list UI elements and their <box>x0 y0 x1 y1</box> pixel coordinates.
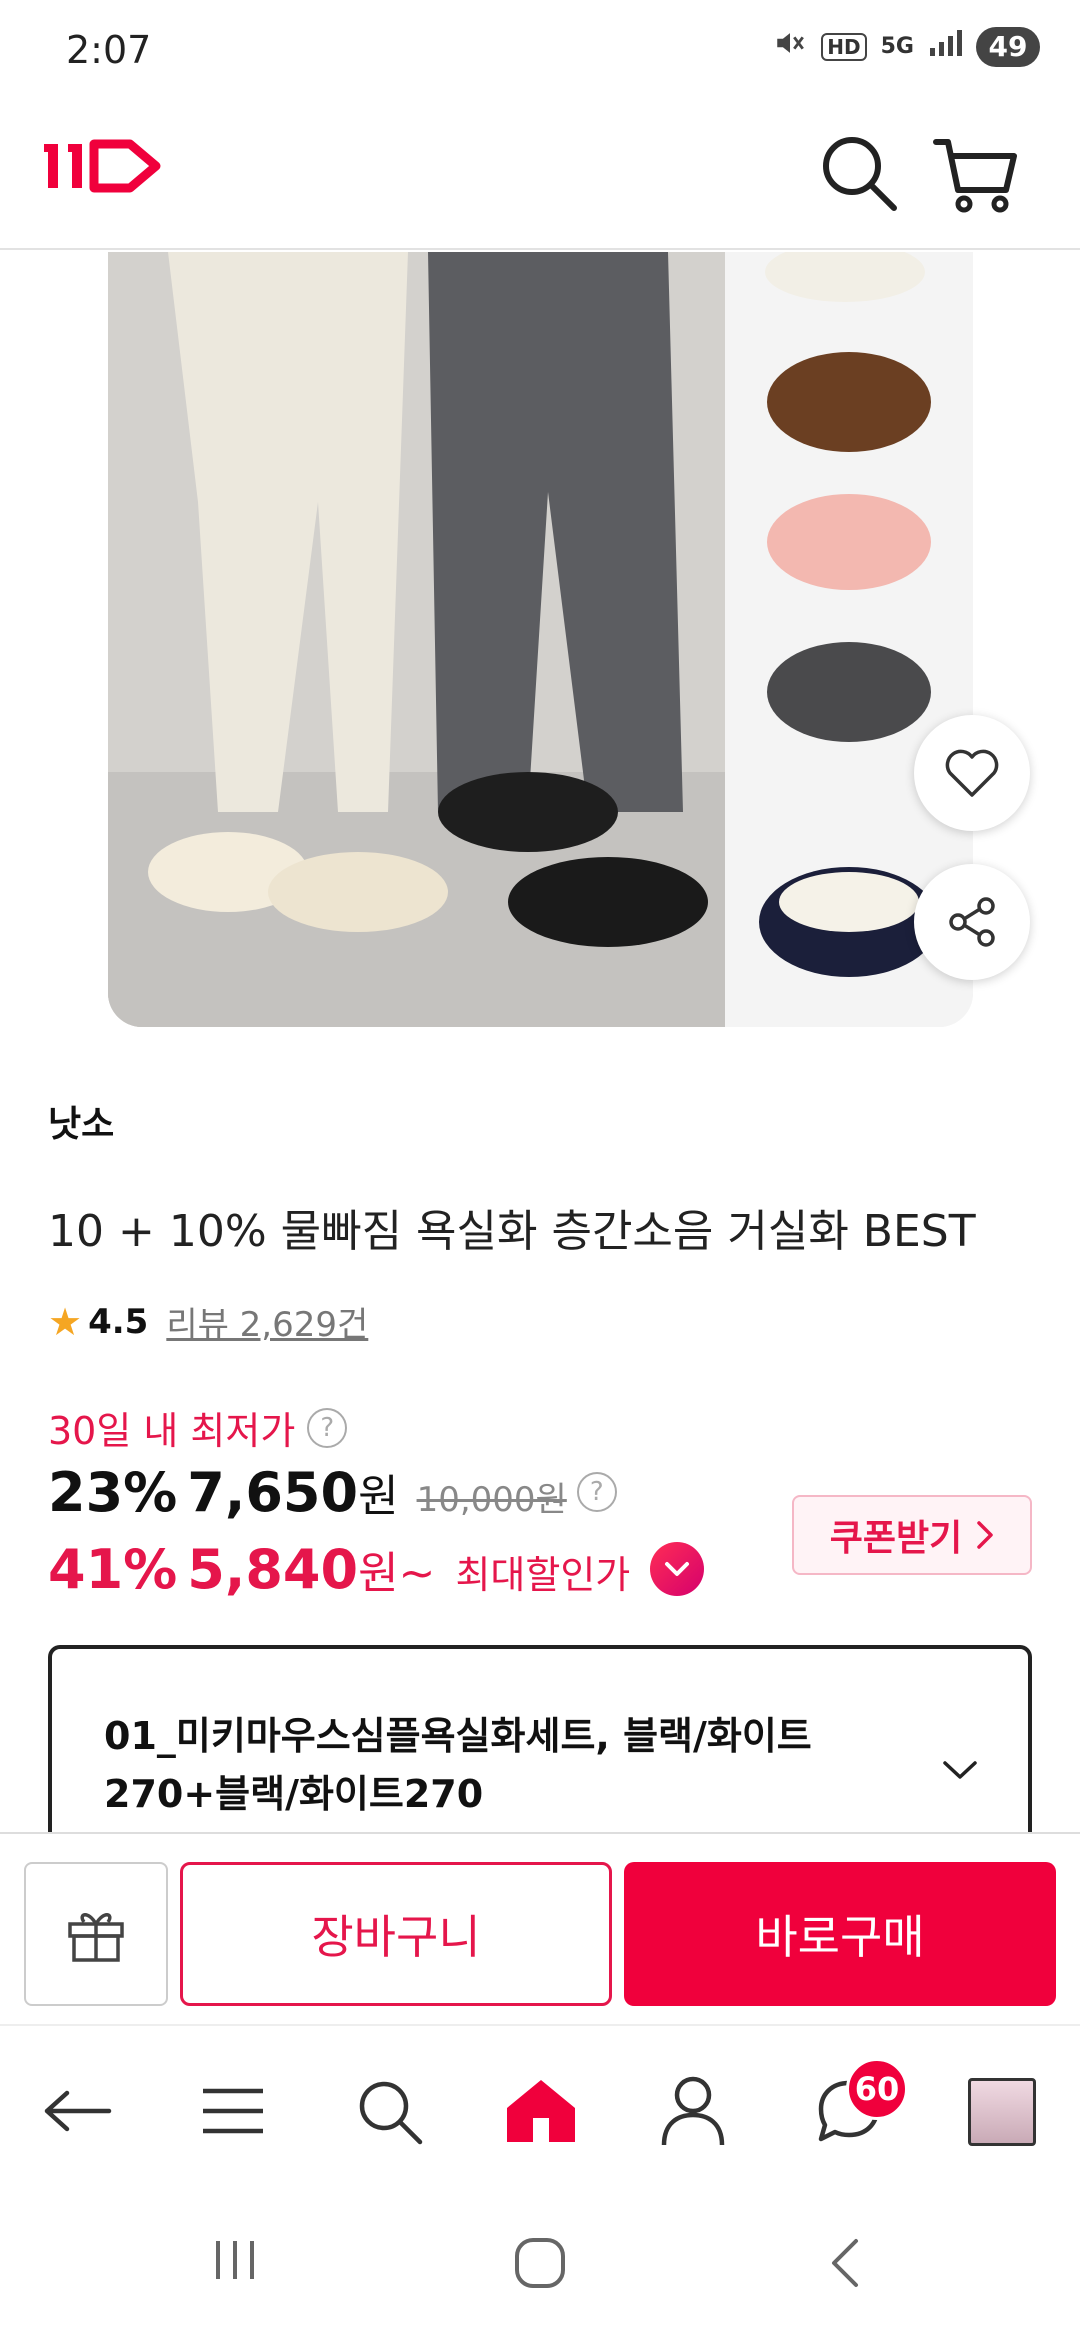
gift-icon <box>68 1913 124 1962</box>
purchase-bar: 장바구니 바로구매 <box>0 1832 1080 2022</box>
heart-icon <box>945 749 999 797</box>
max-discount-price[interactable]: 41% 5,840 원~ 최대할인가 <box>48 1537 705 1601</box>
recent-viewed-thumbnail[interactable] <box>968 2078 1036 2146</box>
coupon-label: 쿠폰받기 <box>829 1518 963 1559</box>
gift-button[interactable] <box>24 1862 168 2006</box>
chat-badge: 60 <box>846 2058 908 2120</box>
mute-icon <box>773 26 807 67</box>
max-discount-percent: 41% <box>48 1538 178 1601</box>
cart-icon[interactable] <box>930 128 1020 218</box>
hd-icon: HD <box>821 32 867 61</box>
buy-now-button[interactable]: 바로구매 <box>624 1862 1056 2006</box>
sale-amount: 7,650 <box>187 1461 359 1524</box>
product-rating[interactable]: ★ 4.5 리뷰 2,629건 <box>48 1297 368 1346</box>
seller-name[interactable]: 낫소 <box>48 1095 114 1147</box>
app-header <box>0 100 1080 250</box>
option-selector[interactable]: 01_미키마우스심플욕실화세트, 블랙/화이트270+블랙/화이트270 <box>48 1645 1032 1845</box>
sale-price: 23% 7,650 원 10,000원 ? <box>48 1460 617 1524</box>
my-account-icon[interactable] <box>648 2066 738 2156</box>
chevron-down-icon <box>942 1759 978 1785</box>
recents-icon[interactable] <box>210 2235 260 2289</box>
lowest-price-text: 30일 내 최저가 <box>48 1409 296 1453</box>
product-image-carousel[interactable] <box>108 252 973 1027</box>
menu-icon[interactable] <box>188 2066 278 2156</box>
status-bar: 2:07 HD 5G 49 <box>0 0 1080 100</box>
battery-icon: 49 <box>976 26 1040 67</box>
product-main-photo <box>108 252 725 1027</box>
max-discount-amount: 5,840 <box>187 1538 359 1601</box>
max-discount-label: 최대할인가 <box>455 1553 631 1597</box>
status-time: 2:07 <box>66 28 152 72</box>
help-icon[interactable]: ? <box>576 1472 617 1512</box>
coupon-button[interactable]: 쿠폰받기 <box>792 1495 1032 1575</box>
option-selected-text: 01_미키마우스심플욕실화세트, 블랙/화이트270+블랙/화이트270 <box>104 1714 812 1816</box>
lowest-price-label: 30일 내 최저가 ? <box>48 1400 348 1455</box>
product-title: 10 + 10% 물빠짐 욕실화 층간소음 거실화 BEST <box>48 1206 976 1257</box>
original-price: 10,000원 <box>416 1480 567 1520</box>
share-icon <box>949 897 995 947</box>
search-icon[interactable] <box>344 2066 434 2156</box>
discount-percent: 23% <box>48 1461 178 1524</box>
add-to-cart-button[interactable]: 장바구니 <box>180 1862 612 2006</box>
back-icon[interactable] <box>32 2066 122 2156</box>
star-icon: ★ <box>48 1299 83 1344</box>
status-icons: HD 5G 49 <box>773 26 1040 67</box>
11st-logo[interactable] <box>44 136 162 200</box>
back-nav-icon[interactable] <box>824 2235 864 2295</box>
share-button[interactable] <box>914 864 1030 980</box>
bottom-nav: 60 <box>0 2024 1080 2194</box>
search-icon[interactable] <box>814 128 904 218</box>
max-won-unit: 원~ <box>358 1548 436 1599</box>
review-count-link[interactable]: 리뷰 2,629건 <box>166 1297 368 1346</box>
won-unit: 원 <box>358 1471 399 1522</box>
network-5g-icon: 5G <box>880 34 914 59</box>
system-nav-bar <box>0 2195 1080 2340</box>
help-icon[interactable]: ? <box>307 1407 348 1448</box>
signal-icon <box>928 28 962 65</box>
home-icon[interactable] <box>496 2066 586 2156</box>
home-circle-icon[interactable] <box>512 2235 568 2295</box>
rating-score: 4.5 <box>88 1301 149 1342</box>
wishlist-button[interactable] <box>914 715 1030 831</box>
chevron-right-icon <box>977 1521 993 1549</box>
chevron-down-icon[interactable] <box>650 1542 705 1596</box>
